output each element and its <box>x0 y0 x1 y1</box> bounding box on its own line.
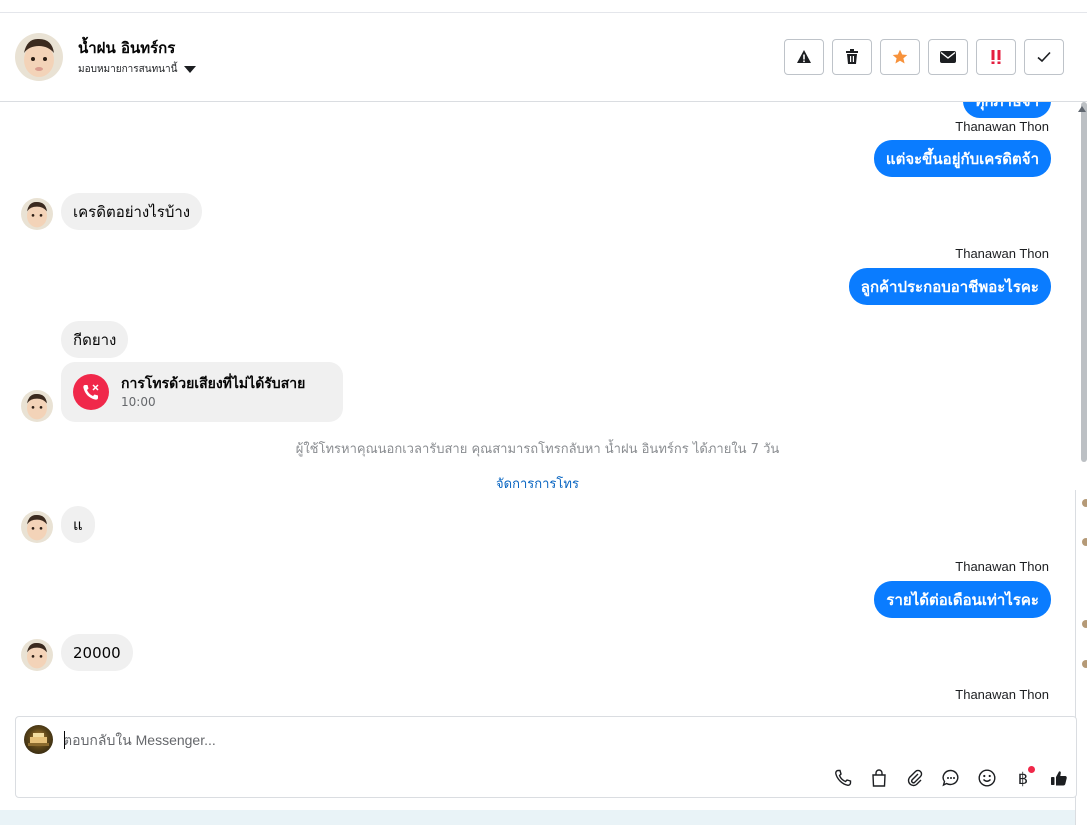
emoji-icon <box>978 769 996 787</box>
call-time: 10:00 <box>121 395 156 409</box>
thread-scrollbar[interactable] <box>1081 102 1087 462</box>
paperclip-icon <box>907 769 923 787</box>
emoji-button[interactable] <box>974 765 1000 791</box>
side-avatar-dot[interactable] <box>1082 538 1087 546</box>
caret-down-icon <box>184 66 197 73</box>
attach-button[interactable] <box>902 765 928 791</box>
message-outgoing: รายได้ต่อเดือนเท่าไรคะ <box>874 581 1051 618</box>
message-text: แ <box>73 515 83 534</box>
contact-avatar-small[interactable] <box>21 390 53 422</box>
message-incoming: เครดิตอย่างไรบ้าง <box>61 193 203 230</box>
side-avatar-dot[interactable] <box>1082 620 1087 628</box>
check-icon <box>1037 51 1051 63</box>
star-button[interactable] <box>880 39 920 75</box>
message-text: ลูกค้าประกอบอาชีพอะไรคะ <box>860 277 1039 296</box>
footer-band <box>0 810 1075 825</box>
reply-input[interactable] <box>63 729 963 751</box>
reply-composer: ฿ <box>15 716 1077 798</box>
priority-button[interactable] <box>976 39 1016 75</box>
envelope-icon <box>940 51 956 63</box>
conversation-header: น้ำฝน อินทร์กร มอบหมายการสนทนานี้ <box>0 13 1087 102</box>
contact-name: น้ำฝน อินทร์กร <box>78 39 176 57</box>
side-avatar-dot[interactable] <box>1082 660 1087 668</box>
header-actions <box>784 39 1064 75</box>
message-text: แต่จะขึ้นอยู่กับเครดิตจ้า <box>885 149 1039 168</box>
notification-dot <box>1028 766 1035 773</box>
sender-name: Thanawan Thon <box>955 119 1049 134</box>
message-incoming: แ <box>61 506 95 543</box>
call-title: การโทรด้วยเสียงที่ไม่ได้รับสาย <box>121 376 306 392</box>
trash-icon <box>846 49 858 64</box>
baht-icon: ฿ <box>1017 768 1029 788</box>
manage-calls-link[interactable]: จัดการการโทร <box>0 473 1075 494</box>
warning-icon <box>797 50 811 63</box>
top-border <box>0 0 1087 13</box>
message-outgoing-partial: ทุกภาษีจ้า <box>962 102 1051 118</box>
message-text: ทุกภาษีจ้า <box>975 102 1039 113</box>
message-text: กีดยาง <box>73 330 117 349</box>
message-text: รายได้ต่อเดือนเท่าไรคะ <box>886 590 1039 609</box>
missed-call-card[interactable]: การโทรด้วยเสียงที่ไม่ได้รับสาย 10:00 <box>61 362 343 422</box>
contact-avatar[interactable] <box>15 33 63 81</box>
message-outgoing: แต่จะขึ้นอยู่กับเครดิตจ้า <box>873 140 1051 177</box>
missed-call-icon <box>73 374 109 410</box>
saved-replies-button[interactable] <box>938 765 964 791</box>
delete-button[interactable] <box>832 39 872 75</box>
mark-done-button[interactable] <box>1024 39 1064 75</box>
message-thread[interactable]: ทุกภาษีจ้า Thanawan Thon แต่จะขึ้นอยู่กั… <box>0 102 1075 714</box>
text-cursor <box>64 731 65 749</box>
contact-avatar-small[interactable] <box>21 511 53 543</box>
sender-name: Thanawan Thon <box>955 559 1049 574</box>
assign-label: มอบหมายการสนทนานี้ <box>78 64 178 75</box>
like-button[interactable] <box>1046 765 1072 791</box>
contact-avatar-small[interactable] <box>21 639 53 671</box>
call-button[interactable] <box>830 765 856 791</box>
page-avatar <box>24 725 53 754</box>
spam-button[interactable] <box>784 39 824 75</box>
chat-bubble-icon <box>942 769 959 787</box>
mark-unread-button[interactable] <box>928 39 968 75</box>
message-text: 20000 <box>73 643 121 662</box>
message-incoming: กีดยาง <box>61 321 129 358</box>
side-avatar-dot[interactable] <box>1082 499 1087 507</box>
double-exclamation-icon <box>991 50 1001 64</box>
assign-conversation-dropdown[interactable]: มอบหมายการสนทนานี้ <box>78 62 197 77</box>
composer-tools: ฿ <box>830 765 1072 791</box>
sender-name: Thanawan Thon <box>955 687 1049 702</box>
message-outgoing: ลูกค้าประกอบอาชีพอะไรคะ <box>848 268 1051 305</box>
message-text: เครดิตอย่างไรบ้าง <box>73 202 191 221</box>
shopping-bag-icon <box>872 769 886 787</box>
payment-button[interactable]: ฿ <box>1010 765 1036 791</box>
contact-avatar-small[interactable] <box>21 198 53 230</box>
sender-name: Thanawan Thon <box>955 246 1049 261</box>
phone-icon <box>835 769 852 786</box>
call-notice: ผู้ใช้โทรหาคุณนอกเวลารับสาย คุณสามารถโทร… <box>295 442 780 457</box>
shop-button[interactable] <box>866 765 892 791</box>
message-incoming: 20000 <box>61 634 133 671</box>
star-icon <box>892 49 908 64</box>
scroll-up-arrow-icon[interactable] <box>1078 106 1086 112</box>
thumbs-up-icon <box>1051 771 1067 786</box>
